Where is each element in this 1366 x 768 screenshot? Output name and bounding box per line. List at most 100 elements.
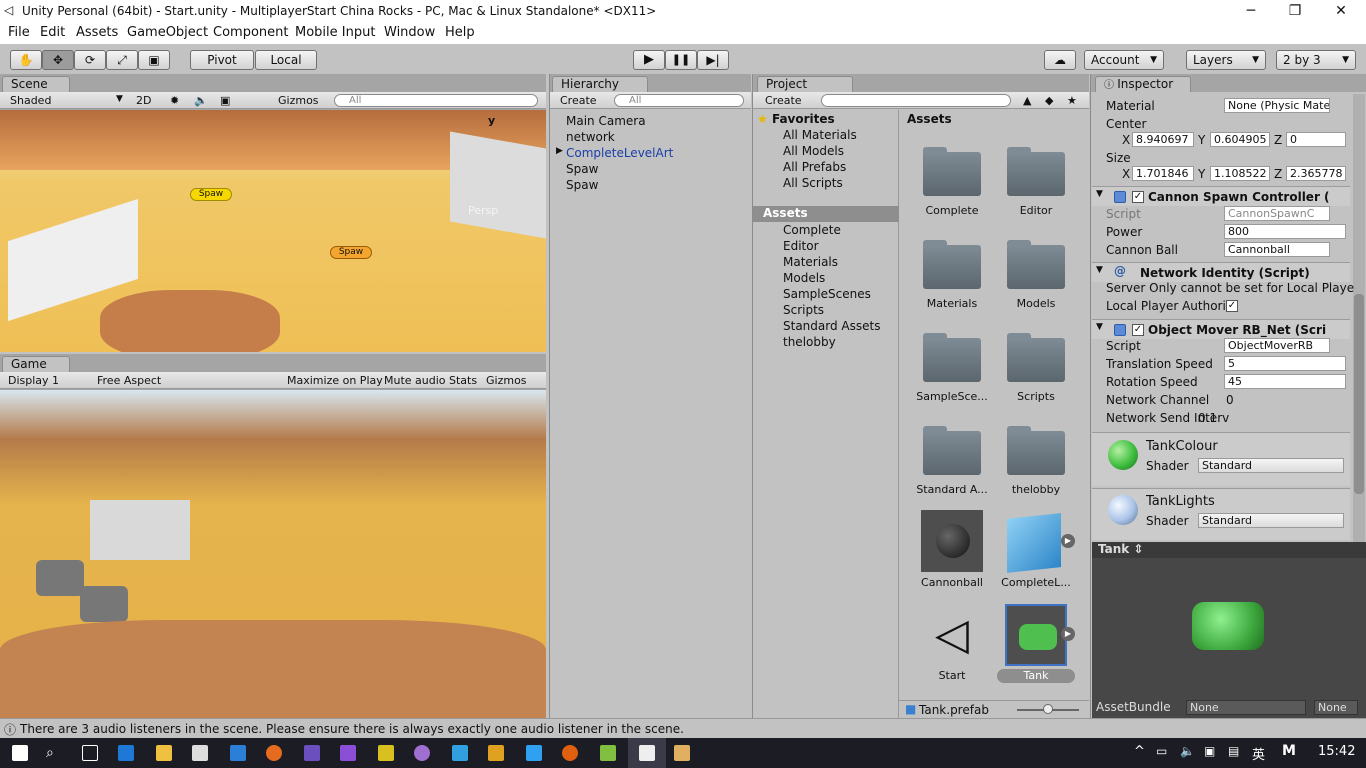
- shader-dropdown[interactable]: Standard: [1198, 458, 1344, 473]
- folder-icon[interactable]: [1007, 147, 1065, 196]
- project-create-button[interactable]: Create: [765, 94, 802, 107]
- clock[interactable]: 15:42: [1318, 744, 1355, 759]
- app-icon[interactable]: [488, 745, 504, 761]
- list-item[interactable]: Spaw: [566, 162, 598, 176]
- filter-label-icon[interactable]: ◆: [1045, 94, 1053, 107]
- search-icon[interactable]: ⌕: [46, 745, 62, 761]
- expand-arrow-icon[interactable]: ▶: [556, 146, 563, 156]
- size-z-field[interactable]: 2.365778: [1286, 166, 1346, 181]
- material-field[interactable]: None (Physic Mate: [1224, 98, 1330, 113]
- menu-assets[interactable]: Assets: [76, 25, 118, 40]
- unity-taskbar-active[interactable]: [628, 738, 666, 768]
- hierarchy-create-button[interactable]: Create: [560, 94, 597, 107]
- fav-all-prefabs[interactable]: All Prefabs: [783, 160, 846, 174]
- audio-icon[interactable]: 🔈: [194, 94, 208, 107]
- app-icon[interactable]: [230, 745, 246, 761]
- app-icon[interactable]: [304, 745, 320, 761]
- object-mover-component-header[interactable]: ▼ ✓ Object Mover RB_Net (Scri: [1092, 319, 1350, 339]
- maximize-icon[interactable]: ❐: [1272, 2, 1318, 20]
- network-send-value[interactable]: 0.1: [1198, 411, 1217, 425]
- list-item[interactable]: Spaw: [566, 178, 598, 192]
- size-y-field[interactable]: 1.108522: [1210, 166, 1270, 181]
- asset-preview[interactable]: Tank ⇕ AssetBundle None None: [1092, 542, 1366, 718]
- fav-all-materials[interactable]: All Materials: [783, 128, 857, 142]
- folder-icon[interactable]: [1007, 240, 1065, 289]
- hand-tool-icon[interactable]: ✋: [10, 50, 42, 70]
- gizmos-dropdown[interactable]: Gizmos: [278, 94, 319, 107]
- ime-mode[interactable]: M: [1282, 743, 1296, 759]
- cannon-spawn-component-header[interactable]: ▼ ✓ Cannon Spawn Controller (: [1092, 186, 1350, 206]
- menu-file[interactable]: File: [8, 25, 30, 40]
- fav-all-models[interactable]: All Models: [783, 144, 844, 158]
- persp-label[interactable]: Persp: [468, 204, 498, 217]
- tree-folder[interactable]: Scripts: [783, 303, 824, 317]
- aspect-dropdown[interactable]: Free Aspect: [97, 374, 161, 387]
- edge-icon[interactable]: [118, 745, 134, 761]
- menu-window[interactable]: Window: [384, 25, 435, 40]
- center-y-field[interactable]: 0.604905: [1210, 132, 1270, 147]
- cannonball-thumb[interactable]: [921, 510, 983, 572]
- layout-dropdown[interactable]: 2 by 3 ▼: [1276, 50, 1356, 70]
- app-icon[interactable]: [414, 745, 430, 761]
- move-tool-icon[interactable]: ✥: [42, 50, 74, 70]
- list-item[interactable]: CompleteLevelArt: [566, 146, 673, 160]
- tab-game[interactable]: Game: [2, 356, 70, 372]
- step-icon[interactable]: ▶|: [697, 50, 729, 70]
- translation-speed-field[interactable]: 5: [1224, 356, 1346, 371]
- stats-button[interactable]: Stats: [449, 374, 477, 387]
- gizmos-button[interactable]: Gizmos: [486, 374, 527, 387]
- fav-all-scripts[interactable]: All Scripts: [783, 176, 843, 190]
- light-icon[interactable]: ✹: [170, 94, 179, 107]
- scale-tool-icon[interactable]: ⤢: [106, 50, 138, 70]
- folder-icon[interactable]: [923, 426, 981, 475]
- tree-folder[interactable]: Complete: [783, 223, 841, 237]
- rotation-speed-field[interactable]: 45: [1224, 374, 1346, 389]
- variant-dropdown[interactable]: None: [1314, 700, 1358, 715]
- hierarchy-search-input[interactable]: All: [614, 94, 744, 107]
- fold-arrow-icon[interactable]: ▼: [1096, 322, 1103, 332]
- zoom-slider-thumb[interactable]: [1043, 704, 1053, 714]
- maximize-on-play-button[interactable]: Maximize on Play: [287, 374, 383, 387]
- mode-2d-button[interactable]: 2D: [136, 94, 151, 107]
- fold-arrow-icon[interactable]: ▼: [1096, 189, 1103, 199]
- center-z-field[interactable]: 0: [1286, 132, 1346, 147]
- tab-hierarchy[interactable]: Hierarchy: [552, 76, 648, 92]
- fold-arrow-icon[interactable]: ▼: [1096, 265, 1103, 275]
- power-field[interactable]: 800: [1224, 224, 1346, 239]
- folder-icon[interactable]: [923, 333, 981, 382]
- game-viewport[interactable]: [0, 390, 546, 718]
- file-explorer-icon[interactable]: [156, 745, 172, 761]
- account-dropdown[interactable]: Account ▼: [1084, 50, 1164, 70]
- network-identity-component-header[interactable]: ▼ @ Network Identity (Script): [1092, 262, 1350, 282]
- local-player-checkbox[interactable]: ✓: [1226, 300, 1238, 312]
- close-icon[interactable]: ✕: [1318, 2, 1364, 20]
- tree-folder[interactable]: thelobby: [783, 335, 836, 349]
- enable-checkbox[interactable]: ✓: [1132, 191, 1144, 203]
- tree-folder[interactable]: Standard Assets: [783, 319, 880, 333]
- scrollbar-thumb[interactable]: [1354, 294, 1364, 494]
- tab-project[interactable]: Project: [757, 76, 853, 92]
- cloud-icon[interactable]: ☁: [1044, 50, 1076, 70]
- folder-icon[interactable]: [1007, 426, 1065, 475]
- android-icon[interactable]: [600, 745, 616, 761]
- size-x-field[interactable]: 1.701846: [1132, 166, 1194, 181]
- shading-dropdown[interactable]: Shaded: [10, 94, 51, 107]
- pivot-button[interactable]: Pivot: [190, 50, 254, 70]
- tray-app-icon[interactable]: ▣: [1204, 744, 1215, 758]
- cannonball-field[interactable]: Cannonball: [1224, 242, 1330, 257]
- visual-studio-icon[interactable]: [340, 745, 356, 761]
- store-icon[interactable]: [192, 745, 208, 761]
- layers-dropdown[interactable]: Layers ▼: [1186, 50, 1266, 70]
- app-icon[interactable]: [526, 745, 542, 761]
- expand-play-icon[interactable]: ▶: [1061, 627, 1075, 641]
- tank-thumb[interactable]: [1005, 604, 1067, 666]
- menu-help[interactable]: Help: [445, 25, 475, 40]
- display-dropdown[interactable]: Display 1: [8, 374, 59, 387]
- list-item[interactable]: Main Camera: [566, 114, 646, 128]
- preview-header[interactable]: Tank ⇕: [1092, 542, 1366, 558]
- minimize-icon[interactable]: ─: [1228, 2, 1274, 20]
- shader-dropdown[interactable]: Standard: [1198, 513, 1344, 528]
- app-icon[interactable]: [674, 745, 690, 761]
- mute-audio-button[interactable]: Mute audio: [384, 374, 446, 387]
- app-icon[interactable]: [452, 745, 468, 761]
